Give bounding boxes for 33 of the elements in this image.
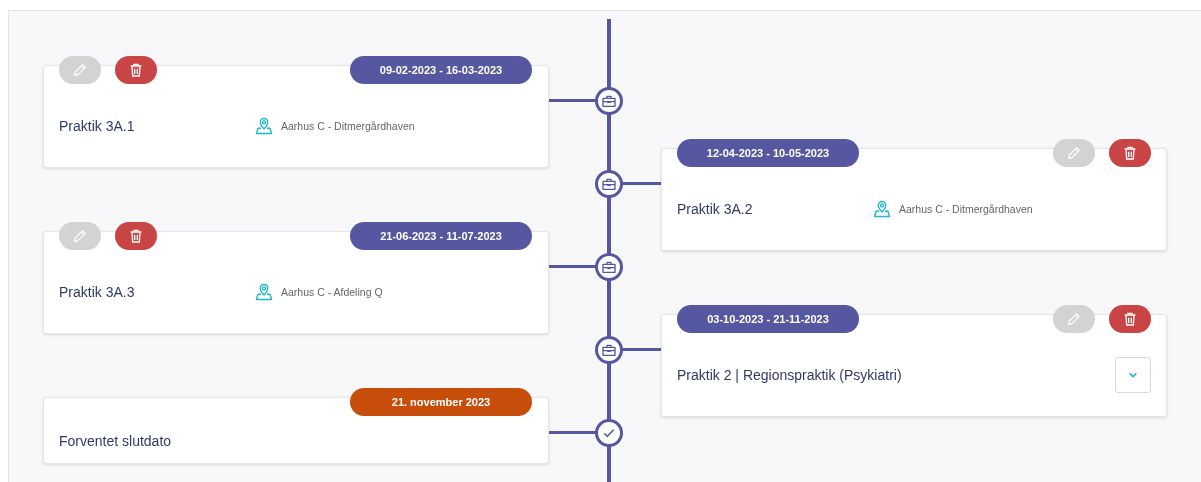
pencil-icon: [1066, 145, 1082, 161]
pencil-icon: [72, 62, 88, 78]
location-text: Aarhus C - Ditmergårdhaven: [281, 119, 415, 132]
date-badge: 03-10-2023 - 21-11-2023: [677, 305, 859, 333]
date-badge: 21-06-2023 - 11-07-2023: [350, 222, 532, 250]
delete-button[interactable]: [1109, 139, 1151, 167]
map-pin-icon: [255, 116, 273, 135]
delete-button[interactable]: [115, 56, 157, 84]
map-pin-icon: [873, 199, 891, 218]
map-pin-icon: [255, 282, 273, 301]
date-badge: 21. november 2023: [350, 388, 532, 416]
trash-icon: [1122, 311, 1138, 327]
briefcase-icon: [601, 176, 617, 192]
trash-icon: [128, 228, 144, 244]
pencil-icon: [72, 228, 88, 244]
card-title: Praktik 3A.2: [677, 200, 754, 217]
trash-icon: [1122, 145, 1138, 161]
card-title: Praktik 3A.1: [59, 117, 136, 134]
card-title: Forventet slutdato: [59, 433, 173, 449]
date-badge: 12-04-2023 - 10-05-2023: [677, 139, 859, 167]
date-badge: 09-02-2023 - 16-03-2023: [350, 56, 532, 84]
briefcase-icon: [601, 342, 617, 358]
card-title: Praktik 2 | Regionspraktik (Psykiatri): [677, 366, 902, 383]
delete-button[interactable]: [115, 222, 157, 250]
card-title: Praktik 3A.3: [59, 283, 136, 300]
briefcase-icon: [601, 93, 617, 109]
trash-icon: [128, 62, 144, 78]
pencil-icon: [1066, 311, 1082, 327]
location-text: Aarhus C - Afdeling Q: [281, 285, 383, 298]
delete-button[interactable]: [1109, 305, 1151, 333]
briefcase-icon: [601, 259, 617, 275]
location-text: Aarhus C - Ditmergårdhaven: [899, 202, 1033, 215]
expand-button[interactable]: [1115, 356, 1151, 393]
